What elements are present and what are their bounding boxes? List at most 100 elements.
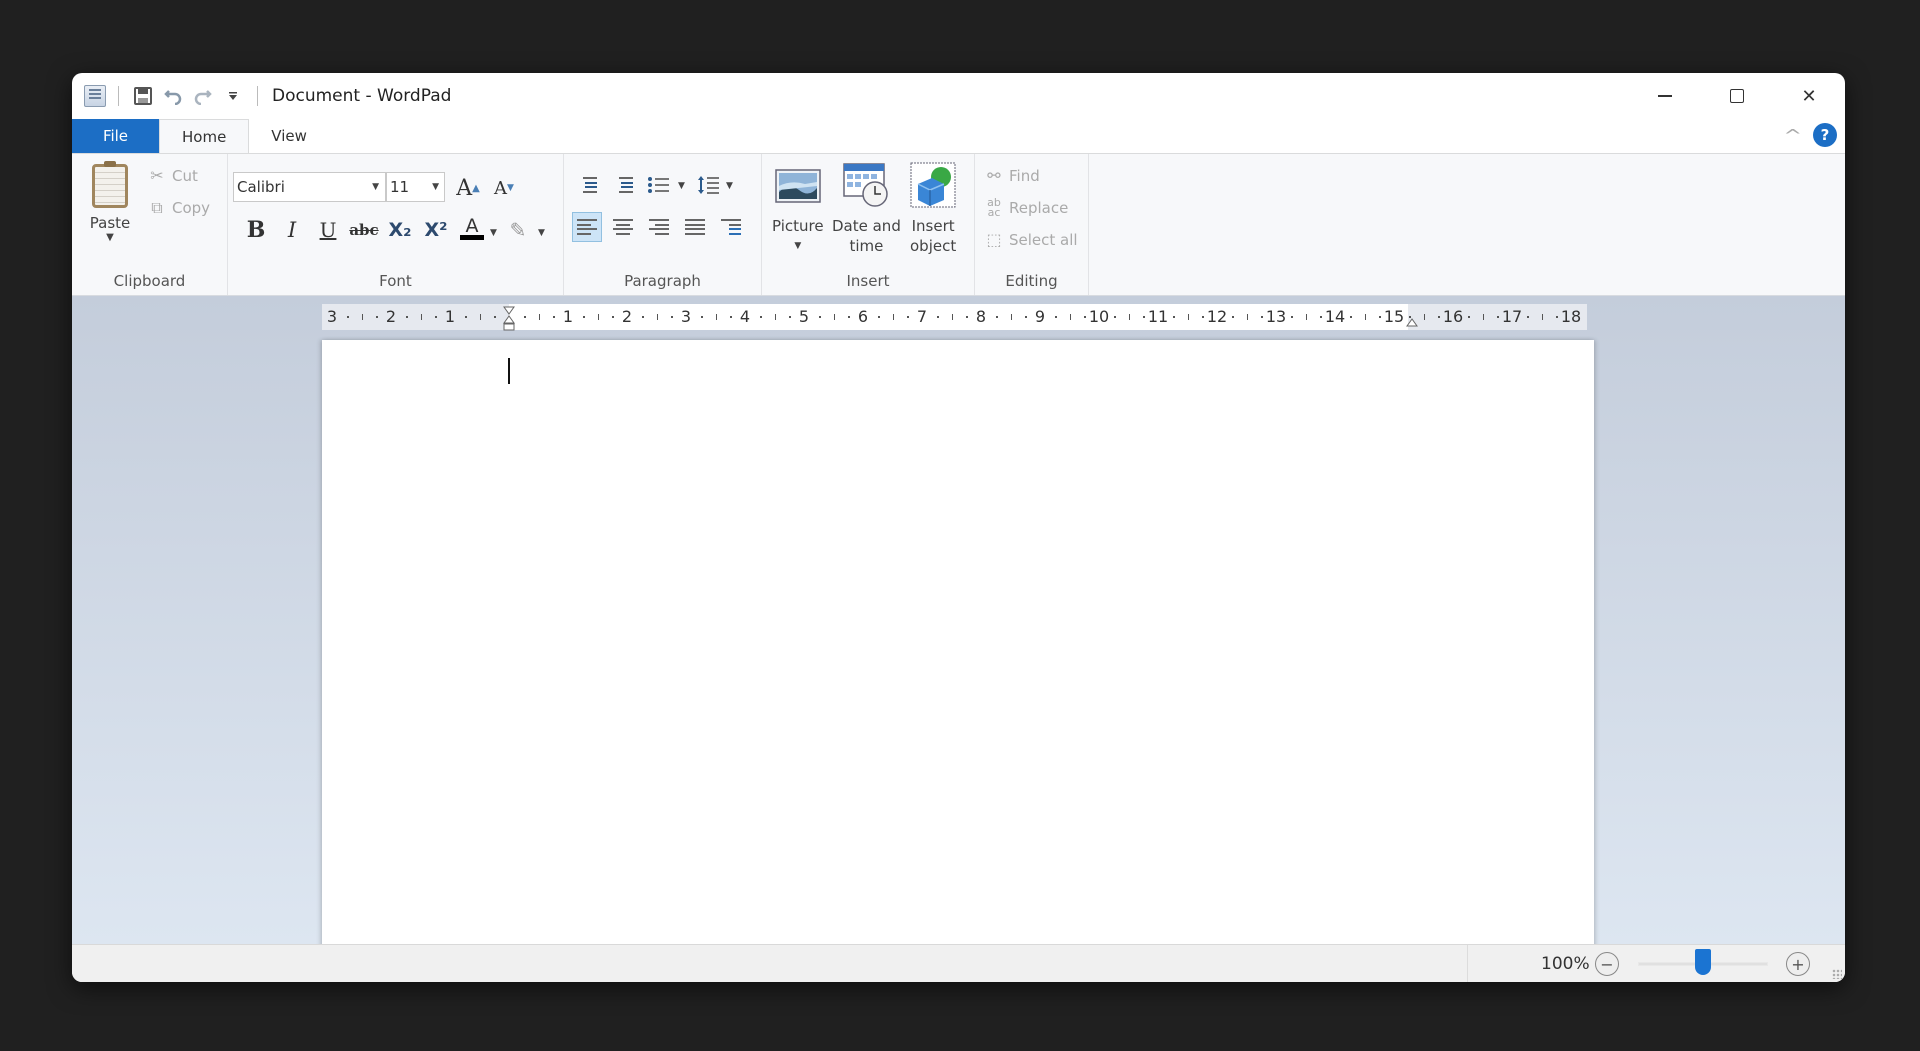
zoom-level: 100%	[1541, 954, 1590, 974]
text-color-button[interactable]: A	[458, 214, 486, 242]
close-icon: ✕	[1801, 85, 1817, 107]
ruler-half-tick	[1482, 314, 1484, 320]
tab-view[interactable]: View	[249, 119, 329, 153]
replace-button[interactable]: ab ac Replace	[985, 196, 1068, 219]
collapse-ribbon-icon[interactable]: ^	[1783, 126, 1802, 145]
ruler-minor-tick	[1261, 316, 1264, 318]
underline-button[interactable]: U	[314, 216, 342, 244]
picture-dropdown-icon[interactable]: ▼	[794, 236, 801, 256]
text-color-swatch	[460, 234, 484, 240]
find-button[interactable]: ⚯ Find	[985, 166, 1040, 185]
paragraph-settings-button[interactable]	[716, 212, 746, 242]
ruler-half-tick	[715, 314, 717, 320]
insert-date-time-button[interactable]: Date and time	[832, 162, 901, 256]
select-all-button[interactable]: ⬚ Select all	[985, 230, 1077, 249]
insert-picture-button[interactable]: Picture ▼	[772, 162, 824, 256]
paste-button[interactable]: Paste ▼	[82, 161, 138, 243]
grow-font-button[interactable]: A ▲	[454, 174, 482, 202]
ruler-minor-tick	[759, 316, 762, 318]
superscript-button[interactable]: X²	[422, 216, 450, 244]
save-icon[interactable]	[131, 84, 155, 108]
ruler-half-tick	[833, 314, 835, 320]
help-icon[interactable]: ?	[1813, 123, 1837, 147]
maximize-button[interactable]	[1701, 73, 1773, 119]
ruler-number: 4	[739, 307, 751, 326]
align-right-button[interactable]	[644, 212, 674, 242]
insert-object-icon	[910, 162, 956, 208]
ruler-minor-tick	[1084, 316, 1087, 318]
zoom-in-button[interactable]: +	[1786, 952, 1810, 976]
ruler-minor-tick	[1556, 316, 1559, 318]
calendar-clock-icon	[843, 163, 889, 207]
ruler-minor-tick	[641, 316, 644, 318]
ruler-number: 17	[1501, 307, 1523, 326]
zoom-slider-thumb[interactable]	[1695, 949, 1711, 975]
editing-group-label: Editing	[1005, 272, 1058, 290]
ruler-half-tick	[1187, 314, 1189, 320]
ribbon-tabs: File Home View ^ ?	[72, 119, 1845, 153]
text-color-dropdown-icon[interactable]: ▼	[490, 228, 497, 238]
ruler-minor-tick	[671, 316, 674, 318]
close-button[interactable]: ✕	[1773, 73, 1845, 119]
replace-icon: ab ac	[987, 196, 1001, 219]
ruler-minor-tick	[848, 316, 851, 318]
right-indent-marker-icon[interactable]	[1406, 318, 1418, 331]
subscript-button[interactable]: X₂	[386, 216, 414, 244]
bold-button[interactable]: B	[242, 216, 270, 244]
line-spacing-dropdown-icon[interactable]: ▼	[726, 181, 733, 191]
font-family-select[interactable]: Calibri ▼	[233, 172, 386, 202]
increase-indent-icon	[613, 177, 633, 193]
strikethrough-button[interactable]: abc	[349, 216, 378, 244]
undo-icon[interactable]	[161, 84, 185, 108]
redo-icon[interactable]	[191, 84, 215, 108]
document-page[interactable]	[322, 340, 1594, 960]
line-spacing-button[interactable]	[694, 170, 724, 200]
align-center-button[interactable]	[608, 212, 638, 242]
increase-indent-button[interactable]	[608, 170, 638, 200]
decrease-indent-button[interactable]	[572, 170, 602, 200]
minimize-button[interactable]	[1629, 73, 1701, 119]
ruler-minor-tick	[1172, 316, 1175, 318]
copy-button[interactable]: ⧉ Copy	[148, 198, 210, 218]
align-left-button[interactable]	[572, 212, 602, 242]
font-size-select[interactable]: 11 ▼	[386, 172, 445, 202]
insert-object-button[interactable]: Insert object	[910, 162, 956, 256]
zoom-out-button[interactable]: −	[1595, 952, 1619, 976]
highlight-dropdown-icon[interactable]: ▼	[538, 228, 545, 238]
ruler-half-tick	[1364, 314, 1366, 320]
scissors-icon: ✂	[150, 166, 164, 185]
plus-icon: +	[1791, 954, 1805, 974]
font-size-value: 11	[390, 178, 410, 196]
indent-marker-icon[interactable]	[503, 306, 515, 335]
ruler[interactable]: 3 2 1 1 2 3 4 5 6 7 8 9 10 11 12 13 14 15 16 17 18	[322, 304, 1587, 331]
wordpad-app-icon[interactable]	[84, 85, 106, 107]
find-label: Find	[1009, 166, 1040, 185]
ruler-minor-tick	[1497, 316, 1500, 318]
ruler-number: 5	[798, 307, 810, 326]
ruler-half-tick	[361, 314, 363, 320]
ruler-half-tick	[1305, 314, 1307, 320]
paste-dropdown-icon[interactable]: ▼	[106, 232, 114, 243]
editing-group: ⚯ Find ab ac Replace ⬚ Select all Editing	[975, 154, 1089, 295]
highlight-button[interactable]: ✎	[504, 216, 532, 244]
ruler-number: 7	[916, 307, 928, 326]
ruler-half-tick	[1246, 314, 1248, 320]
status-separator	[1467, 945, 1468, 982]
ruler-minor-tick	[612, 316, 615, 318]
ruler-number: 10	[1088, 307, 1110, 326]
ruler-number: 2	[385, 307, 397, 326]
font-group: Calibri ▼ 11 ▼ A▲ A▼ B I U abc X₂ X² A	[228, 154, 564, 295]
bullets-button[interactable]	[644, 170, 674, 200]
cut-button[interactable]: ✂ Cut	[148, 166, 198, 185]
shrink-font-button[interactable]: A ▼	[490, 174, 518, 202]
customize-qat-icon[interactable]	[221, 84, 245, 108]
tab-file[interactable]: File	[72, 119, 159, 153]
justify-button[interactable]	[680, 212, 710, 242]
tab-home[interactable]: Home	[159, 119, 250, 153]
underline-icon: U	[319, 218, 337, 242]
ruler-number: 13	[1265, 307, 1287, 326]
italic-button[interactable]: I	[278, 216, 306, 244]
bullets-dropdown-icon[interactable]: ▼	[678, 181, 685, 191]
resize-grip[interactable]	[1832, 969, 1842, 979]
superscript-icon: X²	[424, 219, 448, 241]
